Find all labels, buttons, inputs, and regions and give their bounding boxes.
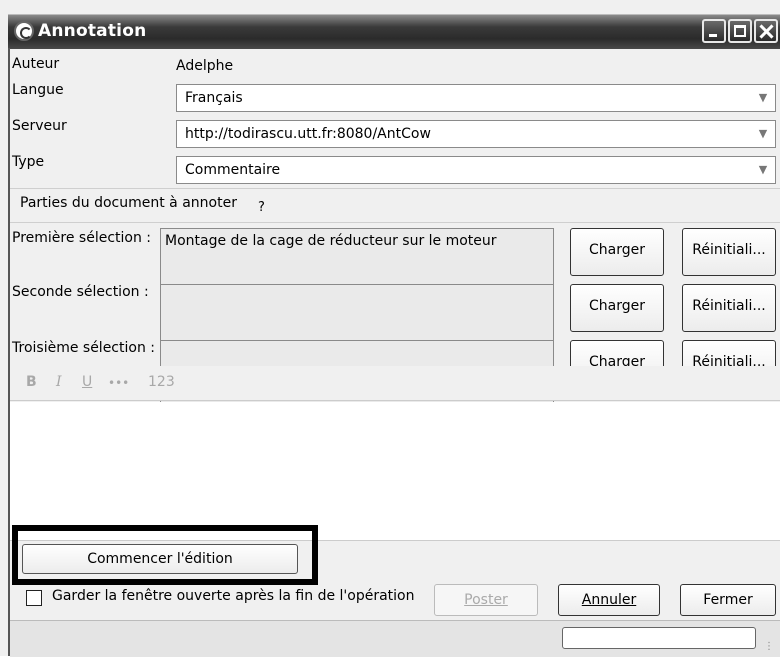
title-bar[interactable]: Annotation xyxy=(8,14,780,49)
maximize-icon[interactable] xyxy=(728,19,752,43)
post-button[interactable]: Poster xyxy=(434,584,538,616)
language-select[interactable]: Français ▼ xyxy=(176,84,776,112)
numbered-list-button[interactable]: 123 xyxy=(148,374,175,390)
first-selection-text: Montage de la cage de réducteur sur le m… xyxy=(165,233,497,249)
parts-heading: Parties du document à annoter xyxy=(20,195,237,211)
divider xyxy=(10,188,780,189)
keep-open-checkbox[interactable] xyxy=(26,590,42,606)
second-selection-label: Seconde sélection : xyxy=(12,284,149,300)
server-label: Serveur xyxy=(12,118,67,134)
type-select[interactable]: Commentaire ▼ xyxy=(176,156,776,184)
highlight-box xyxy=(12,525,318,585)
close-icon[interactable] xyxy=(754,19,778,43)
cancel-button[interactable]: Annuler xyxy=(558,584,660,616)
first-selection-label: Première sélection : xyxy=(12,230,152,246)
language-select-value: Français xyxy=(185,90,243,106)
divider xyxy=(10,222,780,223)
chevron-down-icon[interactable]: ▼ xyxy=(754,160,772,180)
first-reset-button[interactable]: Réinitiali... xyxy=(682,228,776,276)
status-field xyxy=(562,627,756,649)
server-select-value: http://todirascu.utt.fr:8080/AntCow xyxy=(185,126,431,142)
language-label: Langue xyxy=(12,82,64,98)
third-selection-label: Troisième sélection : xyxy=(12,340,155,356)
comment-editor[interactable] xyxy=(10,402,780,541)
second-reset-button[interactable]: Réinitiali... xyxy=(682,284,776,332)
help-icon[interactable]: ? xyxy=(258,200,265,215)
author-label: Auteur xyxy=(12,56,60,72)
server-select[interactable]: http://todirascu.utt.fr:8080/AntCow ▼ xyxy=(176,120,776,148)
list-button[interactable]: ••• xyxy=(108,376,129,390)
chevron-down-icon[interactable]: ▼ xyxy=(754,88,772,108)
window-title: Annotation xyxy=(38,21,147,41)
chevron-down-icon[interactable]: ▼ xyxy=(754,124,772,144)
annotation-window: Annotation Auteur Adelphe Langue Françai… xyxy=(0,0,780,657)
minimize-icon[interactable] xyxy=(702,19,726,43)
underline-button[interactable]: U xyxy=(82,374,92,390)
author-value: Adelphe xyxy=(176,58,234,74)
status-bar: ⋮ xyxy=(10,620,780,657)
format-toolbar: B I U ••• 123 xyxy=(10,366,780,401)
type-label: Type xyxy=(12,154,45,170)
second-load-button[interactable]: Charger xyxy=(570,284,664,332)
type-select-value: Commentaire xyxy=(185,162,281,178)
resize-grip-icon[interactable]: ⋮ xyxy=(764,641,776,653)
bold-button[interactable]: B xyxy=(26,374,37,390)
window-border xyxy=(8,48,10,656)
italic-button[interactable]: I xyxy=(56,374,62,390)
close-button[interactable]: Fermer xyxy=(680,584,776,616)
annotation-app-icon xyxy=(14,21,34,41)
keep-open-label: Garder la fenêtre ouverte après la fin d… xyxy=(52,588,415,604)
first-load-button[interactable]: Charger xyxy=(570,228,664,276)
